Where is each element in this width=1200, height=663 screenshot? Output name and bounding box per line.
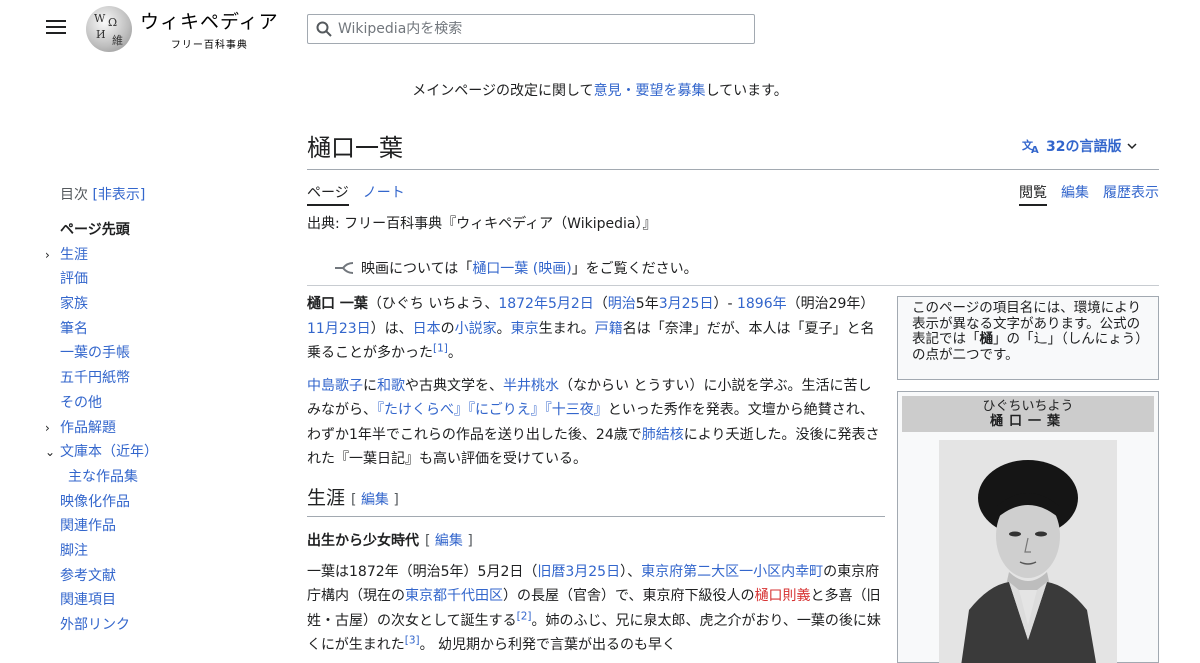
tab-read[interactable]: 閲覧 [1019, 182, 1047, 206]
article-body: 樋口 一葉（ひぐち いちよう、1872年5月2日（明治5年3月25日）- 189… [307, 292, 885, 663]
toc-item-other[interactable]: その他 [44, 391, 274, 416]
infobox-header: ひぐちいちよう 樋口一葉 [902, 396, 1154, 432]
article-link[interactable]: 東京 [511, 321, 539, 337]
hatnote: 映画については「樋口一葉 (映画)」をご覧ください。 [333, 258, 698, 278]
toc-item-works[interactable]: › 作品解題 [44, 416, 274, 441]
article-link[interactable]: 戸籍 [595, 321, 623, 337]
toc-item-top[interactable]: ページ先頭 [44, 218, 274, 243]
article-link[interactable]: 『にごりえ』 [468, 402, 545, 418]
main-menu-button[interactable] [44, 16, 68, 40]
chevron-down-icon[interactable]: ⌄ [45, 440, 55, 465]
tab-history[interactable]: 履歴表示 [1103, 182, 1159, 206]
article-link[interactable]: 小説家 [455, 321, 497, 337]
reference-link[interactable]: [2] [517, 610, 532, 622]
title-divider [307, 169, 1159, 170]
portrait-image[interactable] [939, 440, 1117, 663]
search-box[interactable] [307, 14, 755, 44]
toc-item-see-also[interactable]: 関連項目 [44, 588, 274, 613]
toc-item-evaluation[interactable]: 評価 [44, 267, 274, 292]
logo-tagline: フリー百科事典 [170, 40, 248, 51]
toc-item-related-works[interactable]: 関連作品 [44, 514, 274, 539]
reference-link[interactable]: [1] [433, 342, 448, 354]
article-link[interactable]: 旧暦 [537, 564, 565, 580]
shinnyo-glyph: ⻌ [1033, 331, 1048, 347]
search-input[interactable] [338, 21, 738, 37]
reference-link[interactable]: [3] [405, 634, 420, 646]
page-title: 樋口一葉 [307, 134, 403, 162]
toc-item-external-links[interactable]: 外部リンク [44, 613, 274, 638]
toc-item-paperbacks[interactable]: ⌄ 文庫本（近年） [44, 440, 274, 465]
infobox: ひぐちいちよう 樋口一葉 [897, 391, 1159, 663]
toc-item-banknote[interactable]: 五千円紙幣 [44, 366, 274, 391]
disambiguation-arrow-icon [335, 262, 354, 274]
logo-title: ウィキペディア [140, 11, 279, 33]
article-link[interactable]: 11月23日 [307, 321, 371, 337]
subsection-heading-birth: 出生から少女時代[ 編集 ] [307, 533, 473, 549]
toc-item-notes[interactable]: 脚注 [44, 539, 274, 564]
chevron-right-icon[interactable]: › [45, 243, 50, 268]
tab-edit[interactable]: 編集 [1061, 182, 1089, 206]
svg-text:A: A [1031, 145, 1039, 154]
edit-section-link[interactable]: 編集 [435, 533, 463, 549]
infobox-reading: ひぐちいちよう [982, 399, 1074, 414]
language-count: 32の言語版 [1046, 139, 1122, 155]
article-link[interactable]: 3月25日 [659, 296, 714, 312]
lead-paragraph: 樋口 一葉（ひぐち いちよう、1872年5月2日（明治5年3月25日）- 189… [307, 296, 875, 361]
article-link[interactable]: 肺結核 [642, 427, 684, 443]
body-paragraph: 一葉は1872年（明治5年）5月2日（旧暦3月25日）、東京府第二大区一小区内幸… [307, 563, 881, 654]
search-icon [316, 21, 332, 37]
toc-header: 目次 [非表示] [60, 187, 146, 203]
toc-item-adaptations[interactable]: 映像化作品 [44, 490, 274, 515]
title-notice-box: このページの項目名には、環境により表示が異なる文字があります。公式の表記では「樋… [897, 296, 1159, 380]
language-button[interactable]: 文A 32の言語版 [1022, 136, 1138, 156]
tab-talk[interactable]: ノート [363, 182, 405, 206]
chevron-right-icon[interactable]: › [45, 416, 50, 441]
table-of-contents: 目次 [非表示] ページ先頭 › 生涯 評価 家族 筆名 一葉の手帳 五千円紙幣 … [44, 184, 274, 638]
chevron-down-icon [1127, 143, 1138, 150]
article-link[interactable]: 和歌 [377, 378, 405, 394]
site-logo[interactable]: WΩИ維 ウィキペディア フリー百科事典 [86, 6, 279, 52]
article-link[interactable]: 東京府第二大区一小区内幸町 [641, 564, 823, 580]
article-link[interactable]: 明治 [608, 296, 636, 312]
article-link[interactable]: 日本 [413, 321, 441, 337]
toc-item-references[interactable]: 参考文献 [44, 564, 274, 589]
namespace-tabs: ページ ノート [307, 182, 405, 206]
toc-hide-toggle[interactable]: [非表示] [92, 187, 145, 203]
article-link[interactable]: 『たけくらべ』 [377, 402, 468, 418]
film-link[interactable]: 樋口一葉 (映画) [472, 261, 571, 277]
toc-item-pen-name[interactable]: 筆名 [44, 317, 274, 342]
toc-item-collections[interactable]: 主な作品集 [44, 465, 274, 490]
article-link[interactable]: 3月25日 [565, 564, 620, 580]
article-link[interactable]: 東京都千代田区 [405, 588, 503, 604]
language-icon: 文A [1022, 138, 1039, 154]
view-tabs: 閲覧 編集 履歴表示 [1019, 182, 1159, 206]
toc-item-life[interactable]: › 生涯 [44, 243, 274, 268]
toc-item-family[interactable]: 家族 [44, 292, 274, 317]
portrait-drawing [939, 440, 1117, 663]
article-link[interactable]: 1872年 [498, 296, 548, 312]
feedback-link[interactable]: 意見・要望を募集 [594, 83, 706, 99]
lead-paragraph-2: 中島歌子に和歌や古典文学を、半井桃水（なからい とうすい）に小説を学ぶ。生活に苦… [307, 377, 880, 468]
article-link[interactable]: 5月2日 [548, 296, 594, 312]
article-link[interactable]: 1896年 [737, 296, 787, 312]
article-link[interactable]: 中島歌子 [307, 378, 363, 394]
hamburger-line [46, 32, 66, 34]
toc-item-notebook[interactable]: 一葉の手帳 [44, 341, 274, 366]
article-link[interactable]: 『十三夜』 [545, 402, 608, 418]
section-edit: [ 編集 ] [351, 491, 399, 508]
wikipedia-globe-icon: WΩИ維 [86, 6, 132, 52]
edit-section-link[interactable]: 編集 [361, 492, 389, 508]
hamburger-line [46, 26, 66, 28]
site-notice: メインページの改定に関して意見・要望を募集しています。 [412, 83, 788, 99]
redlink[interactable]: 樋口則義 [754, 588, 810, 604]
hatnote-divider [307, 285, 1159, 286]
source-line: 出典: フリー百科事典『ウィキペディア（Wikipedia）』 [307, 216, 657, 232]
infobox-name: 樋口一葉 [989, 414, 1066, 429]
tab-page[interactable]: ページ [307, 182, 349, 206]
section-heading-life: 生涯[ 編集 ] [307, 486, 885, 517]
section-edit: [ 編集 ] [425, 533, 473, 549]
article-link[interactable]: 半井桃水 [503, 378, 559, 394]
hamburger-line [46, 20, 66, 22]
